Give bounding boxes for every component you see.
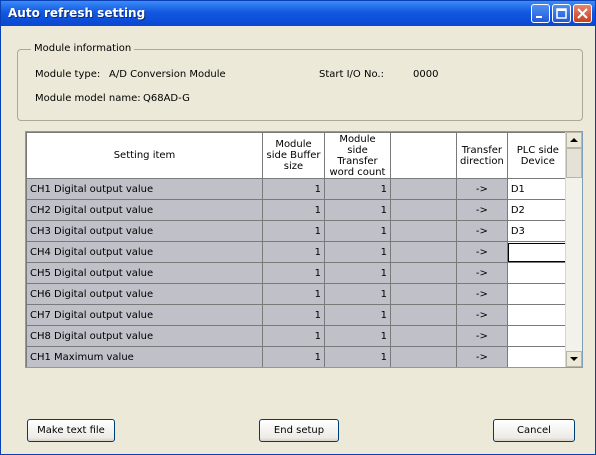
scroll-up-button[interactable] [566, 132, 582, 148]
plc-device-input[interactable]: D2 [506, 199, 569, 221]
transfer-direction-cell: -> [456, 346, 508, 367]
scroll-thumb[interactable] [566, 148, 582, 178]
module-type-label: Module type: [35, 69, 101, 80]
setting-item-cell: CH6 Digital output value [26, 283, 263, 305]
transfer-direction-cell: -> [456, 304, 508, 326]
maximize-button[interactable] [552, 4, 571, 23]
transfer-count-cell: 1 [324, 283, 391, 305]
setting-item-cell: CH1 Maximum value [26, 346, 263, 367]
plc-device-input[interactable] [506, 346, 569, 367]
table-body: CH1 Digital output value 1 1 -> D1 CH2 Digita… [26, 178, 569, 367]
transfer-direction-cell: -> [456, 262, 508, 284]
close-button[interactable] [573, 4, 592, 23]
transfer-direction-cell: -> [456, 325, 508, 347]
header-blank [390, 132, 457, 179]
buffer-size-cell: 1 [262, 304, 325, 326]
scroll-down-button[interactable] [566, 351, 582, 367]
header-transfer-count: Module side Transfer word count [324, 132, 391, 179]
minimize-button[interactable] [531, 4, 550, 23]
transfer-direction-cell: -> [456, 178, 508, 200]
transfer-direction-cell: -> [456, 241, 508, 263]
make-text-file-button[interactable]: Make text file [27, 419, 115, 442]
table-row[interactable]: CH6 Digital output value 1 1 -> [26, 283, 569, 305]
module-type-value: A/D Conversion Module [109, 69, 226, 80]
blank-cell [390, 241, 457, 263]
blank-cell [390, 325, 457, 347]
plc-device-input[interactable] [506, 325, 569, 347]
title-bar[interactable]: Auto refresh setting [1, 1, 595, 26]
plc-device-input[interactable] [506, 304, 569, 326]
setting-item-cell: CH3 Digital output value [26, 220, 263, 242]
table-row[interactable]: CH3 Digital output value 1 1 -> D3 [26, 220, 569, 242]
blank-cell [390, 346, 457, 367]
table-row[interactable]: CH5 Digital output value 1 1 -> [26, 262, 569, 284]
header-buffer-size: Module side Buffer size [262, 132, 325, 179]
plc-device-input[interactable] [506, 262, 569, 284]
plc-device-input[interactable] [506, 283, 569, 305]
transfer-count-cell: 1 [324, 199, 391, 221]
module-info-legend: Module information [31, 43, 135, 54]
header-setting-item: Setting item [26, 132, 263, 179]
plc-device-input[interactable]: D3 [506, 220, 569, 242]
transfer-count-cell: 1 [324, 178, 391, 200]
arrow-up-icon [570, 138, 578, 142]
window-title: Auto refresh setting [8, 6, 146, 20]
module-model-label: Module model name: [35, 93, 141, 104]
close-icon [577, 8, 588, 19]
setting-item-cell: CH4 Digital output value [26, 241, 263, 263]
blank-cell [390, 283, 457, 305]
minimize-icon [536, 16, 542, 18]
transfer-count-cell: 1 [324, 325, 391, 347]
header-plc-device: PLC side Device [506, 132, 569, 179]
buffer-size-cell: 1 [262, 178, 325, 200]
buffer-size-cell: 1 [262, 241, 325, 263]
buffer-size-cell: 1 [262, 346, 325, 367]
arrow-down-icon [570, 357, 578, 361]
header-transfer-direction: Transfer direction [456, 132, 508, 179]
blank-cell [390, 220, 457, 242]
plc-device-input[interactable] [506, 241, 569, 263]
table-row[interactable]: CH1 Digital output value 1 1 -> D1 [26, 178, 569, 200]
transfer-direction-cell: -> [456, 199, 508, 221]
table-row[interactable]: CH1 Maximum value 1 1 -> [26, 346, 569, 367]
start-io-value: 0000 [413, 69, 439, 80]
table-row[interactable]: CH4 Digital output value 1 1 -> [26, 241, 569, 263]
transfer-direction-cell: -> [456, 220, 508, 242]
transfer-count-cell: 1 [324, 241, 391, 263]
buffer-size-cell: 1 [262, 220, 325, 242]
refresh-settings-grid[interactable]: Setting item Module side Buffer size Mod… [25, 131, 583, 368]
table-row[interactable]: CH7 Digital output value 1 1 -> [26, 304, 569, 326]
buffer-size-cell: 1 [262, 199, 325, 221]
blank-cell [390, 262, 457, 284]
setting-item-cell: CH1 Digital output value [26, 178, 263, 200]
buffer-size-cell: 1 [262, 262, 325, 284]
maximize-icon [556, 8, 567, 19]
transfer-count-cell: 1 [324, 304, 391, 326]
table-row[interactable]: CH2 Digital output value 1 1 -> D2 [26, 199, 569, 221]
setting-item-cell: CH2 Digital output value [26, 199, 263, 221]
blank-cell [390, 304, 457, 326]
refresh-table: Setting item Module side Buffer size Mod… [26, 132, 569, 367]
table-header-row: Setting item Module side Buffer size Mod… [26, 132, 569, 179]
plc-device-input[interactable]: D1 [506, 178, 569, 200]
module-info-group [17, 49, 583, 121]
transfer-direction-cell: -> [456, 283, 508, 305]
transfer-count-cell: 1 [324, 346, 391, 367]
setting-item-cell: CH8 Digital output value [26, 325, 263, 347]
blank-cell [390, 178, 457, 200]
buffer-size-cell: 1 [262, 283, 325, 305]
cancel-button[interactable]: Cancel [493, 419, 575, 442]
module-model-value: Q68AD-G [143, 93, 190, 104]
end-setup-button[interactable]: End setup [259, 419, 339, 442]
vertical-scrollbar[interactable] [565, 132, 582, 367]
transfer-count-cell: 1 [324, 262, 391, 284]
start-io-label: Start I/O No.: [319, 69, 384, 80]
table-row[interactable]: CH8 Digital output value 1 1 -> [26, 325, 569, 347]
transfer-count-cell: 1 [324, 220, 391, 242]
setting-item-cell: CH7 Digital output value [26, 304, 263, 326]
blank-cell [390, 199, 457, 221]
buffer-size-cell: 1 [262, 325, 325, 347]
setting-item-cell: CH5 Digital output value [26, 262, 263, 284]
auto-refresh-dialog: Auto refresh setting Module information … [0, 0, 596, 455]
